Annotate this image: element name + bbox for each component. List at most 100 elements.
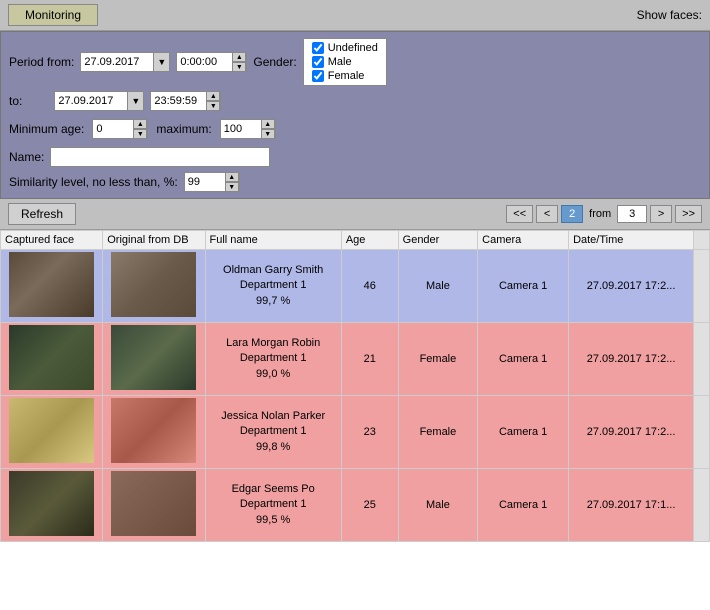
table-row[interactable]: Oldman Garry SmithDepartment 199,7 %46Ma… [1,250,710,323]
age-cell: 25 [341,469,398,542]
date-from-wrapper[interactable]: ▼ [80,52,170,72]
filter-panel: Period from: ▼ ▲ ▼ Gender: Undefined [0,31,710,199]
max-age-up[interactable]: ▲ [261,119,275,129]
db-face-cell [103,323,205,396]
gender-male-label: Male [328,56,352,68]
header-camera: Camera [478,231,569,250]
header-full-name: Full name [205,231,341,250]
gender-female-row[interactable]: Female [312,70,378,82]
min-age-wrapper[interactable]: ▲ ▼ [92,119,148,139]
fullname-cell: Lara Morgan RobinDepartment 199,0 % [205,323,341,396]
scroll-header [694,231,710,250]
age-row: Minimum age: ▲ ▼ maximum: ▲ ▼ [9,116,701,142]
similarity-wrapper[interactable]: ▲ ▼ [184,172,240,192]
db-face-cell [103,396,205,469]
table-header-row: Captured face Original from DB Full name… [1,231,710,250]
scroll-cell [694,250,710,323]
title-bar: Monitoring Show faces: [0,0,710,31]
time-from-down[interactable]: ▼ [232,62,246,72]
min-age-label: Minimum age: [9,122,84,136]
header-datetime: Date/Time [569,231,694,250]
time-to-wrapper[interactable]: ▲ ▼ [150,91,221,111]
total-pages: 3 [617,205,647,223]
max-age-wrapper[interactable]: ▲ ▼ [220,119,276,139]
min-age-input[interactable] [93,120,133,138]
date-from-dropdown-btn[interactable]: ▼ [153,53,169,71]
age-cell: 23 [341,396,398,469]
show-faces-label: Show faces: [637,8,702,22]
gender-undefined-checkbox[interactable] [312,42,324,54]
similarity-up[interactable]: ▲ [225,172,239,182]
period-from-label: Period from: [9,55,74,69]
header-age: Age [341,231,398,250]
max-age-spinners: ▲ ▼ [261,119,275,139]
date-to-dropdown-btn[interactable]: ▼ [127,92,143,110]
time-to-input[interactable] [151,92,206,110]
data-table: Captured face Original from DB Full name… [0,230,710,610]
datetime-cell: 27.09.2017 17:2... [569,396,694,469]
camera-cell: Camera 1 [478,469,569,542]
gender-male-row[interactable]: Male [312,56,378,68]
max-age-input[interactable] [221,120,261,138]
similarity-label: Similarity level, no less than, %: [9,175,178,189]
time-to-up[interactable]: ▲ [206,91,220,101]
header-original-db: Original from DB [103,231,205,250]
datetime-cell: 27.09.2017 17:2... [569,323,694,396]
pagination: << < 2 from 3 > >> [506,205,702,223]
date-to-wrapper[interactable]: ▼ [54,91,144,111]
app-container: Monitoring Show faces: Period from: ▼ ▲ … [0,0,710,610]
similarity-down[interactable]: ▼ [225,182,239,192]
gender-cell: Female [398,396,478,469]
time-to-down[interactable]: ▼ [206,101,220,111]
time-from-input[interactable] [177,53,232,71]
camera-cell: Camera 1 [478,250,569,323]
time-to-spinners: ▲ ▼ [206,91,220,111]
gender-cell: Female [398,323,478,396]
last-page-button[interactable]: >> [675,205,702,223]
db-face-cell [103,250,205,323]
time-from-up[interactable]: ▲ [232,52,246,62]
captured-face-cell [1,323,103,396]
time-from-spinners: ▲ ▼ [232,52,246,72]
gender-undefined-row[interactable]: Undefined [312,42,378,54]
captured-face-cell [1,469,103,542]
similarity-spinners: ▲ ▼ [225,172,239,192]
table-row[interactable]: Lara Morgan RobinDepartment 199,0 %21Fem… [1,323,710,396]
monitoring-tab[interactable]: Monitoring [8,4,98,26]
datetime-cell: 27.09.2017 17:1... [569,469,694,542]
db-face-cell [103,469,205,542]
gender-female-checkbox[interactable] [312,70,324,82]
gender-cell: Male [398,250,478,323]
results-table: Captured face Original from DB Full name… [0,230,710,542]
gender-label: Gender: [253,55,296,69]
similarity-row: Similarity level, no less than, %: ▲ ▼ [9,172,701,192]
scroll-cell [694,469,710,542]
first-page-button[interactable]: << [506,205,533,223]
camera-cell: Camera 1 [478,323,569,396]
date-from-input[interactable] [81,53,153,71]
time-from-wrapper[interactable]: ▲ ▼ [176,52,247,72]
controls-bar: Refresh << < 2 from 3 > >> [0,199,710,230]
gender-male-checkbox[interactable] [312,56,324,68]
current-page[interactable]: 2 [561,205,583,223]
fullname-cell: Jessica Nolan ParkerDepartment 199,8 % [205,396,341,469]
table-row[interactable]: Jessica Nolan ParkerDepartment 199,8 %23… [1,396,710,469]
header-gender: Gender [398,231,478,250]
scroll-cell [694,396,710,469]
camera-cell: Camera 1 [478,396,569,469]
date-to-input[interactable] [55,92,127,110]
max-age-down[interactable]: ▼ [261,129,275,139]
fullname-cell: Oldman Garry SmithDepartment 199,7 % [205,250,341,323]
table-row[interactable]: Edgar Seems PoDepartment 199,5 %25MaleCa… [1,469,710,542]
next-page-button[interactable]: > [650,205,672,223]
refresh-button[interactable]: Refresh [8,203,76,225]
scroll-cell [694,323,710,396]
gender-female-label: Female [328,70,365,82]
prev-page-button[interactable]: < [536,205,558,223]
similarity-input[interactable] [185,173,225,191]
age-cell: 21 [341,323,398,396]
name-input[interactable] [50,147,270,167]
min-age-down[interactable]: ▼ [133,129,147,139]
min-age-up[interactable]: ▲ [133,119,147,129]
fullname-cell: Edgar Seems PoDepartment 199,5 % [205,469,341,542]
